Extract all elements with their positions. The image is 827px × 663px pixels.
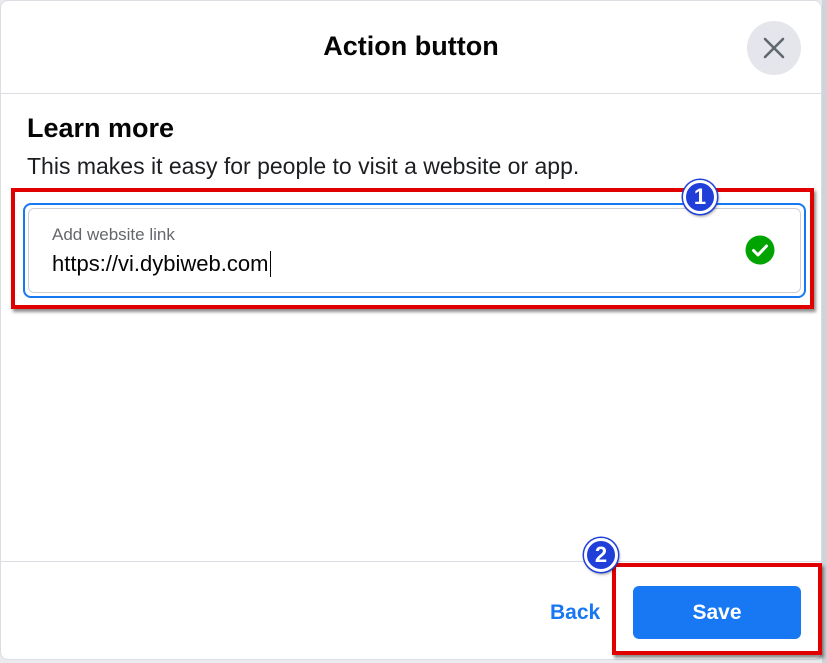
annotation-badge-step-2: 2 — [584, 538, 618, 572]
background-edge — [822, 0, 827, 663]
dialog-header: Action button — [1, 1, 821, 94]
back-button[interactable]: Back — [550, 601, 600, 625]
close-button[interactable] — [747, 21, 801, 75]
section-description: This makes it easy for people to visit a… — [27, 153, 580, 179]
close-icon — [763, 37, 785, 59]
action-button-dialog: Action button Learn more This makes it e… — [0, 0, 822, 660]
section-title: Learn more — [27, 113, 175, 143]
dialog-title: Action button — [323, 31, 499, 61]
footer-divider — [1, 561, 821, 562]
annotation-highlight-step-2 — [612, 563, 822, 655]
annotation-badge-step-1: 1 — [683, 180, 717, 214]
